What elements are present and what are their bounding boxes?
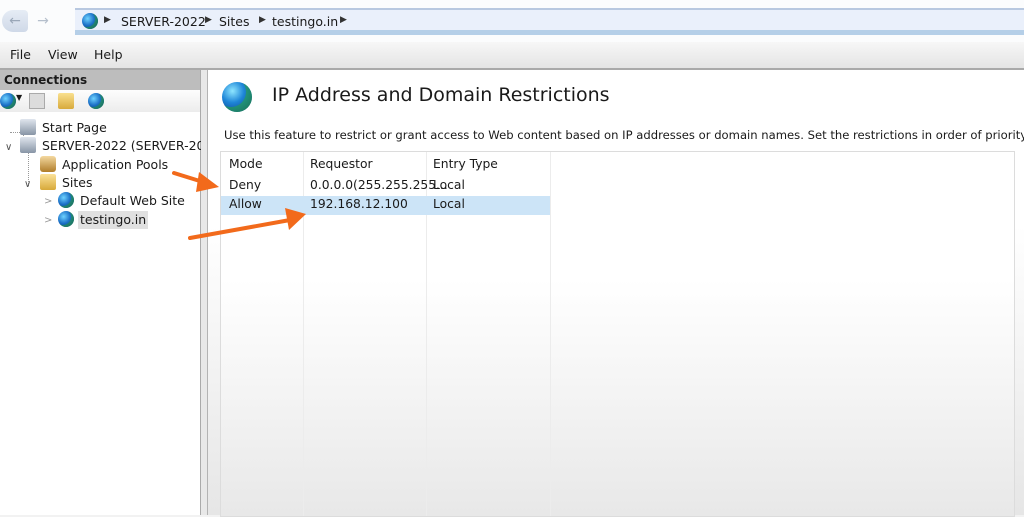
cell-requestor: 192.168.12.100 <box>310 197 408 211</box>
feature-pane: IP Address and Domain Restrictions Use t… <box>208 70 1024 517</box>
disconnect-icon[interactable] <box>88 93 104 109</box>
restrictions-table: Mode Requestor Entry Type Deny 0.0.0.0(2… <box>220 151 1015 517</box>
column-header-requestor[interactable]: Requestor <box>310 157 373 171</box>
column-header-mode[interactable]: Mode <box>229 157 263 171</box>
tree-item-default-web-site[interactable]: Default Web Site <box>58 192 187 210</box>
app-pools-icon <box>40 156 56 172</box>
start-page-icon <box>20 119 36 135</box>
page-title: IP Address and Domain Restrictions <box>272 84 610 106</box>
sites-folder-icon <box>40 174 56 190</box>
pane-splitter[interactable] <box>201 70 208 515</box>
breadcrumb-separator-icon: ▶ <box>104 15 111 25</box>
menu-bar: File View Help <box>0 42 1024 70</box>
breadcrumb-sites[interactable]: Sites <box>219 14 250 29</box>
globe-icon <box>58 192 74 208</box>
server-icon <box>20 137 36 153</box>
cell-entry-type: Local <box>433 197 465 211</box>
expand-chevron-icon[interactable]: > <box>44 196 52 207</box>
expand-chevron-icon[interactable]: > <box>44 215 52 226</box>
cell-entry-type: Local <box>433 178 465 192</box>
breadcrumb-site[interactable]: testingo.in <box>272 14 338 29</box>
globe-icon <box>222 82 252 112</box>
up-level-icon[interactable] <box>58 93 74 109</box>
connections-header: Connections <box>0 70 200 90</box>
cell-mode: Allow <box>229 197 262 211</box>
back-button[interactable]: ← <box>2 10 28 32</box>
menu-file[interactable]: File <box>10 47 31 62</box>
tree-item-start-page[interactable]: Start Page <box>20 119 109 137</box>
column-divider[interactable] <box>550 152 551 516</box>
connections-pane: Connections ▼ Start Page ∨ SERVER-2022 (… <box>0 70 233 515</box>
collapse-chevron-icon[interactable]: ∨ <box>24 179 31 190</box>
forward-arrow-icon: → <box>37 13 49 29</box>
breadcrumb-separator-icon[interactable]: ▶ <box>259 15 266 25</box>
table-row[interactable]: Deny 0.0.0.0(255.255.255... Local <box>221 177 550 196</box>
breadcrumb-separator-icon[interactable]: ▶ <box>340 15 347 25</box>
table-row[interactable]: Allow 192.168.12.100 Local <box>221 196 550 215</box>
tree-item-application-pools[interactable]: Application Pools <box>40 156 170 174</box>
menu-help[interactable]: Help <box>94 47 123 62</box>
forward-button[interactable]: → <box>30 10 56 32</box>
save-icon[interactable] <box>29 93 45 109</box>
connect-icon[interactable] <box>0 93 16 109</box>
column-header-entry-type[interactable]: Entry Type <box>433 157 498 171</box>
chevron-down-icon[interactable]: ▼ <box>16 93 22 102</box>
cell-mode: Deny <box>229 178 262 192</box>
menu-view[interactable]: View <box>48 47 78 62</box>
address-bar-area: ← → ▶ SERVER-2022 ▶ Sites ▶ testingo.in … <box>0 0 1024 42</box>
tree-item-sites[interactable]: Sites <box>40 174 95 192</box>
feature-description: Use this feature to restrict or grant ac… <box>224 128 1024 142</box>
collapse-chevron-icon[interactable]: ∨ <box>5 142 12 153</box>
tree-item-testingo[interactable]: testingo.in <box>58 211 149 229</box>
globe-icon <box>58 211 74 227</box>
tree-line <box>10 132 20 133</box>
connections-toolbar: ▼ <box>0 90 200 112</box>
back-arrow-icon: ← <box>9 13 21 29</box>
breadcrumb-separator-icon[interactable]: ▶ <box>205 15 212 25</box>
breadcrumb-server[interactable]: SERVER-2022 <box>121 14 206 29</box>
address-bar[interactable]: ▶ SERVER-2022 ▶ Sites ▶ testingo.in ▶ <box>75 8 1024 35</box>
globe-icon <box>82 13 98 29</box>
cell-requestor: 0.0.0.0(255.255.255... <box>310 178 448 192</box>
